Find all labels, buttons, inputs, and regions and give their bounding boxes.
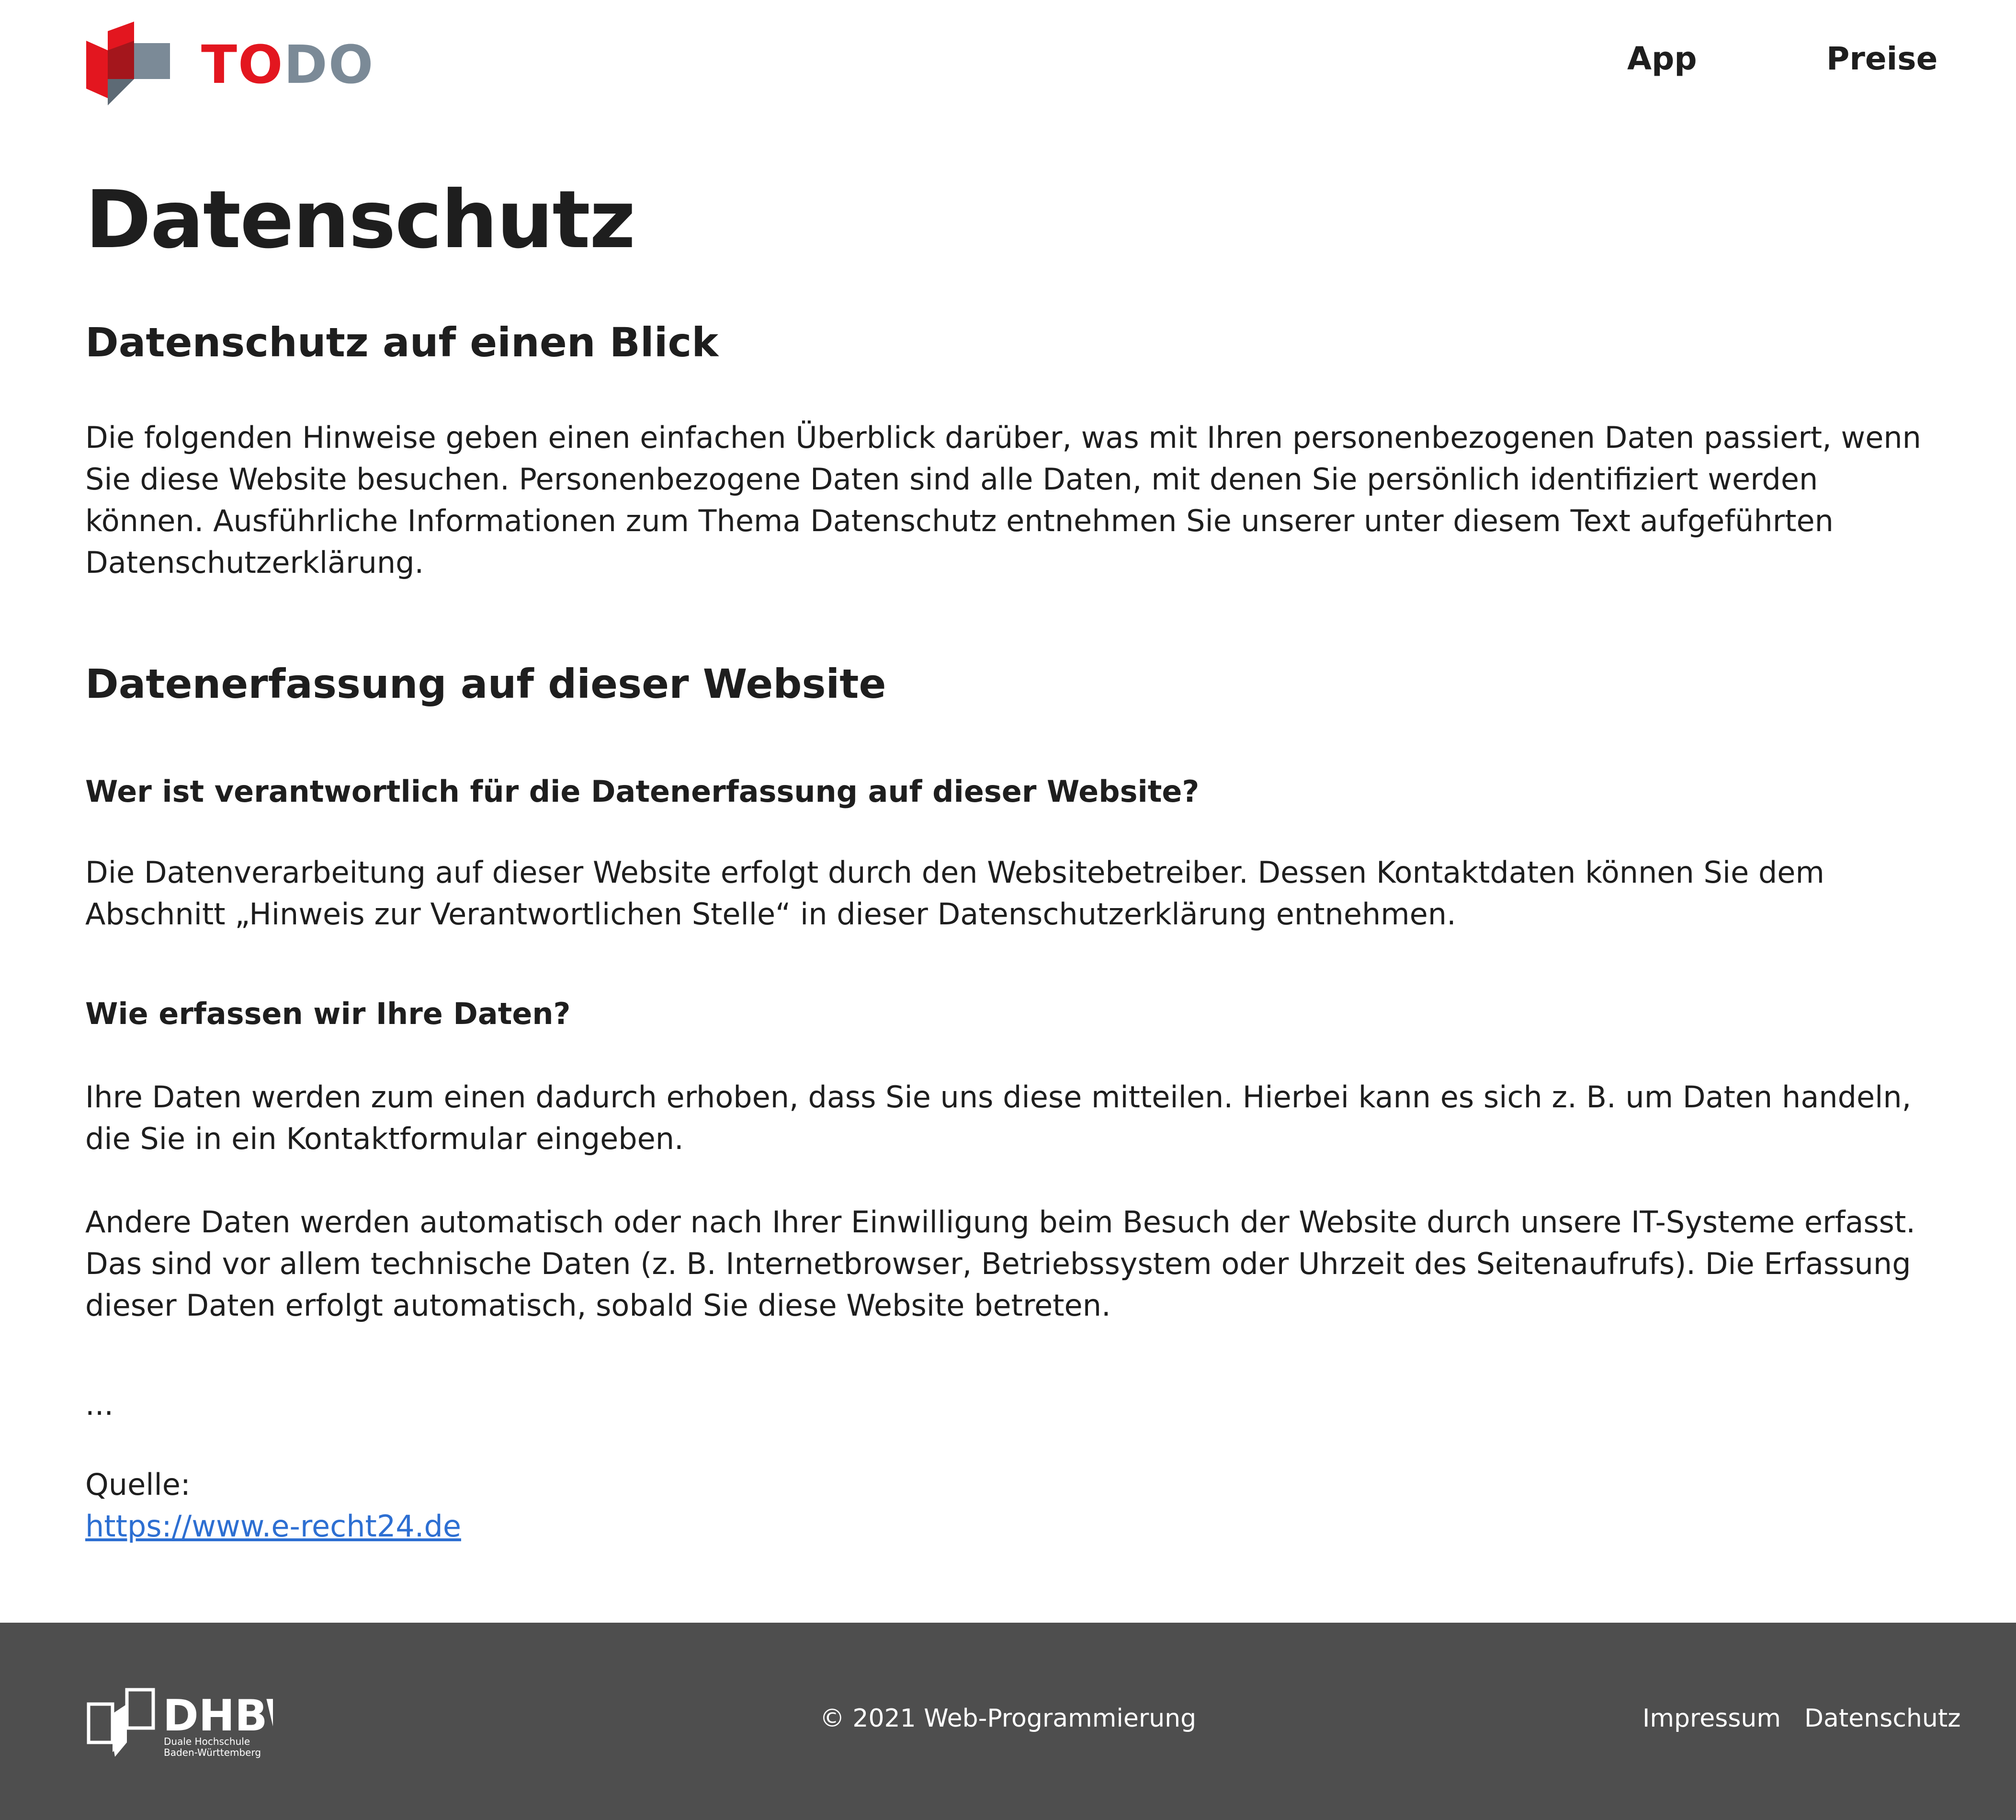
question-heading-how: Wie erfassen wir Ihre Daten? [85, 996, 571, 1031]
section-heading-overview: Datenschutz auf einen Blick [85, 319, 719, 366]
nav-link-app[interactable]: App [1627, 40, 1697, 77]
source-link[interactable]: https://www.e-recht24.de [85, 1509, 461, 1544]
section-heading-data-collection: Datenerfassung auf dieser Website [85, 660, 886, 707]
footer-link-datenschutz[interactable]: Datenschutz [1804, 1704, 1961, 1733]
question-responsible-text: Die Datenverarbeitung auf dieser Website… [85, 855, 1824, 932]
svg-text:Baden-Württemberg: Baden-Württemberg [164, 1747, 261, 1758]
ellipsis-text: ... [85, 1387, 114, 1422]
section-overview-text: Die folgenden Hinweise geben einen einfa… [85, 420, 1921, 580]
question-how-text-2: Andere Daten werden automatisch oder nac… [85, 1205, 1915, 1323]
source-label: Quelle: [85, 1467, 191, 1502]
logo-wordmark: TODO [201, 34, 374, 95]
site-footer: DHBW Duale Hochschule Baden-Württemberg … [0, 1623, 2016, 1820]
svg-text:Duale Hochschule: Duale Hochschule [164, 1736, 250, 1747]
todo-logo[interactable]: TODO [86, 19, 374, 110]
question-how-text-1: Ihre Daten werden zum einen dadurch erho… [85, 1080, 1912, 1156]
site-header: TODO App Preise [0, 0, 2016, 125]
footer-link-impressum[interactable]: Impressum [1642, 1704, 1781, 1733]
page-title: Datenschutz [85, 174, 635, 266]
nav-link-preise[interactable]: Preise [1826, 40, 1937, 77]
todo-logo-icon [86, 22, 170, 105]
main-content: Datenschutz Datenschutz auf einen Blick … [85, 163, 1924, 1547]
question-heading-responsible: Wer ist verantwortlich für die Datenerfa… [85, 774, 1200, 809]
